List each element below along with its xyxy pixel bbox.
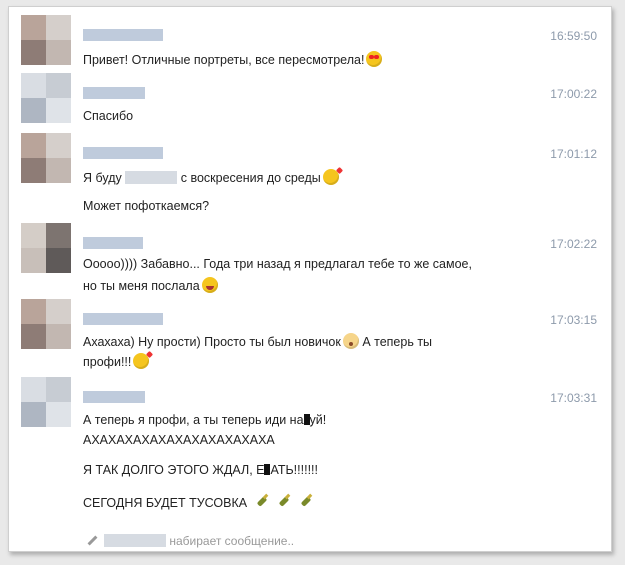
timestamp: 17:03:15 — [550, 313, 597, 327]
champagne-icon — [255, 493, 269, 511]
sender-name[interactable] — [83, 147, 163, 159]
avatar[interactable] — [21, 223, 71, 273]
pencil-icon — [87, 535, 98, 546]
sender-name[interactable] — [83, 29, 163, 41]
champagne-icon — [277, 493, 291, 511]
timestamp: 17:00:22 — [550, 87, 597, 101]
timestamp: 17:02:22 — [550, 237, 597, 251]
message-text: Я буду с воскресения до среды — [83, 169, 339, 185]
heart-eyes-emoji-icon — [366, 51, 383, 67]
laugh-emoji-icon — [201, 277, 218, 293]
redacted-name — [104, 534, 166, 547]
message-text: АХАХАХАХАХАХАХАХАХАХАХА — [83, 433, 275, 447]
avatar[interactable] — [21, 299, 71, 349]
message-text: Может пофоткаемся? — [83, 199, 210, 213]
message-text: Ахахаха) Ну прости) Просто ты был новичо… — [83, 333, 433, 349]
message-text: Привет! Отличные портреты, все пересмотр… — [83, 51, 383, 67]
avatar[interactable] — [21, 377, 71, 427]
message-text: профи!!! — [83, 353, 150, 369]
typing-indicator: набирает сообщение.. — [87, 534, 294, 548]
timestamp: 17:01:12 — [550, 147, 597, 161]
sender-name[interactable] — [83, 391, 145, 403]
message-text: А теперь я профи, а ты теперь иди на уй! — [83, 413, 327, 427]
avatar[interactable] — [21, 15, 71, 65]
sender-name[interactable] — [83, 237, 143, 249]
message-text: Я ТАК ДОЛГО ЭТОГО ЖДАЛ, Е АТЬ!!!!!!! — [83, 463, 318, 477]
message-text: СЕГОДНЯ БУДЕТ ТУСОВКА — [83, 493, 317, 511]
sender-name[interactable] — [83, 313, 163, 325]
message-text: Спасибо — [83, 109, 134, 123]
timestamp: 16:59:50 — [550, 29, 597, 43]
sender-name[interactable] — [83, 87, 145, 99]
kiss-emoji-icon — [133, 353, 150, 369]
message-text: но ты меня послала — [83, 277, 218, 293]
chat-window: 16:59:50 Привет! Отличные портреты, все … — [8, 6, 612, 552]
redacted-text — [125, 171, 178, 184]
avatar[interactable] — [21, 73, 71, 123]
shocked-emoji-icon — [342, 333, 359, 349]
kiss-emoji-icon — [322, 169, 339, 185]
timestamp: 17:03:31 — [550, 391, 597, 405]
champagne-icon — [299, 493, 313, 511]
message-text: Оoooo)))) Забавно... Года три назад я пр… — [83, 257, 472, 271]
avatar[interactable] — [21, 133, 71, 183]
